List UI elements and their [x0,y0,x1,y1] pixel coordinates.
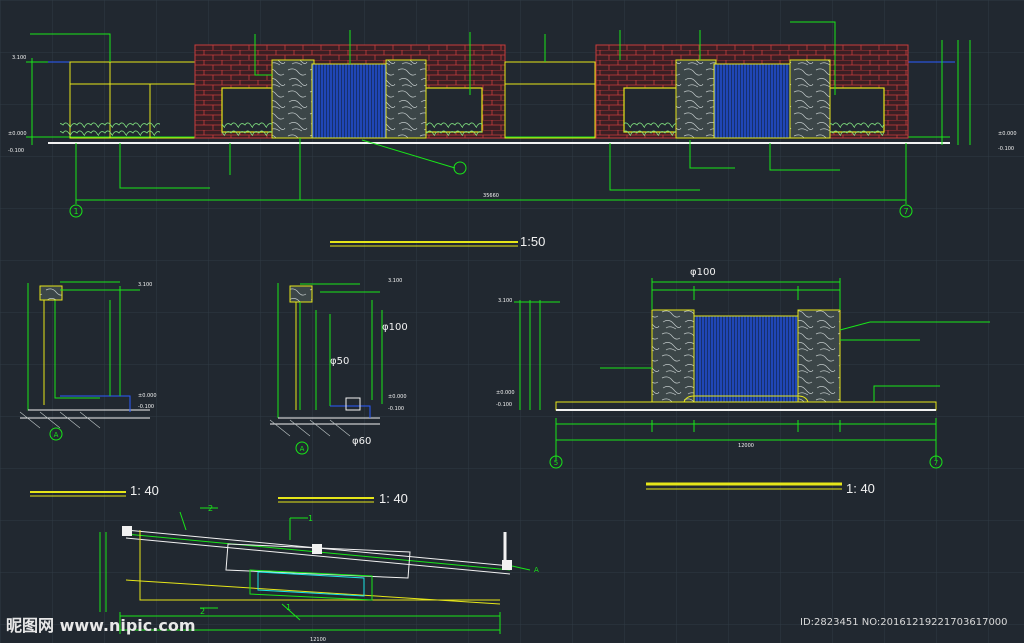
sec-a-elev-zero: ±0.000 [138,393,157,399]
sec-b-elev-minus: -0.100 [388,406,404,412]
sec-a-elev-minus: -0.100 [138,404,154,410]
plan-mark-1-top: 1 [308,514,313,523]
detail-elev-minus: -0.100 [496,402,512,408]
grid-bubble-right: 7 [903,207,908,216]
sec-b-elev-zero: ±0.000 [388,394,407,400]
plan-mark-2-top: 2 [208,504,213,513]
rock-right-2 [789,59,831,139]
elev-minus-right: -0.100 [998,146,1014,152]
elev-zero-left: ±0.000 [8,131,27,137]
rock-left-2 [385,59,427,139]
detail-elev-top: 3.100 [498,298,512,304]
sec-b-phi50: φ50 [330,356,349,367]
sec-b-elev-top: 3.100 [388,278,402,284]
detail-elev-zero: ±0.000 [496,390,515,396]
plan-mark-2-bottom: 2 [200,607,205,616]
detail-grid-right: 7 [934,459,938,467]
sec-b-mark: A [300,445,305,453]
detail-phi100: φ100 [690,267,716,278]
plan-section-mark: A [534,566,539,574]
elev-minus-left: -0.100 [8,148,24,154]
cad-drawing-canvas: 35660 1 7 3.100 ±0.000 -0.100 ±0.000 -0.… [0,0,1024,643]
overall-dim: 35660 [483,193,499,199]
sec-b-phi60: φ60 [352,436,371,447]
sec-b-scale: 1: 40 [379,491,408,506]
sec-b-phi100: φ100 [382,322,408,333]
main-title-scale: 1:50 [520,234,545,249]
watermark-id: ID:2823451 NO:20161219221703617000 [800,617,1008,628]
waterfall-left [311,63,387,139]
watermark-logo: 昵图网 www.nipic.com [6,616,196,635]
sec-a-scale: 1: 40 [130,483,159,498]
rock-left-1 [271,59,315,139]
elev-zero-right: ±0.000 [998,131,1017,137]
plan-mark-1-bottom: 1 [286,603,291,612]
waterfall-right [713,63,791,139]
rock-right-1 [675,59,717,139]
detail-grid-left: 5 [554,459,558,467]
elev-top-left: 3.100 [12,55,26,61]
plan-total-dim: 12100 [310,637,326,643]
grid-bubble-left: 1 [73,207,78,216]
sec-a-elev-top: 3.100 [138,282,152,288]
detail-waterfall [693,315,799,403]
sec-a-mark: A [54,431,59,439]
detail-total-dim: 12000 [738,443,754,449]
detail-scale: 1: 40 [846,481,875,496]
